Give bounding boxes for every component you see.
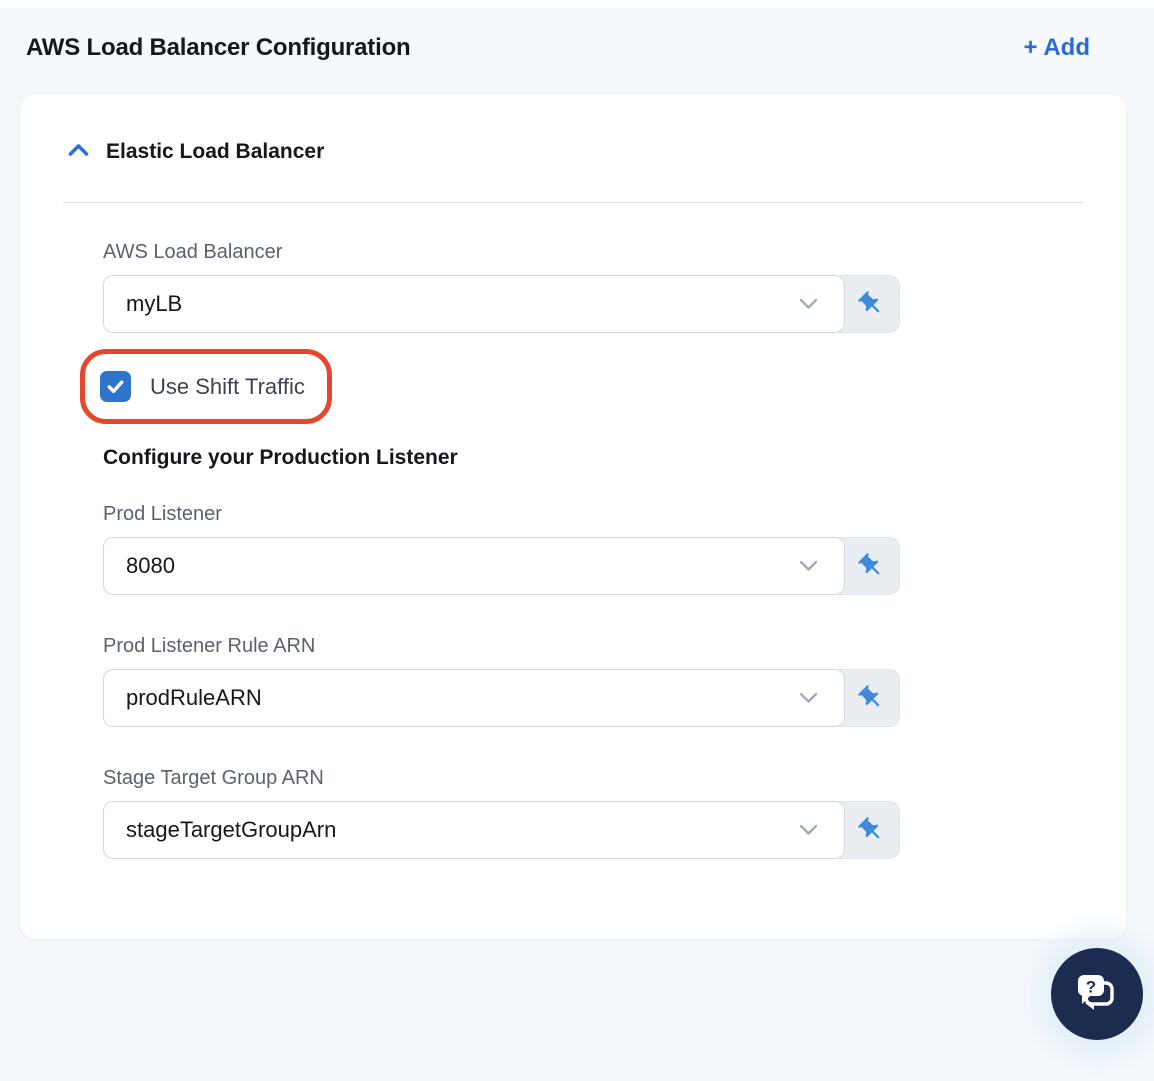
section-divider [63, 202, 1083, 203]
page-title: AWS Load Balancer Configuration [26, 34, 411, 61]
chevron-up-icon[interactable] [68, 143, 89, 162]
prod-listener-rule-arn-select[interactable]: prodRuleARN [103, 669, 845, 727]
field-stage-target-group-arn: Stage Target Group ARN stageTargetGroupA… [103, 767, 900, 859]
help-chat-button[interactable]: ? [1051, 948, 1143, 1040]
select-value: stageTargetGroupArn [126, 817, 337, 842]
svg-text:?: ? [1086, 978, 1096, 997]
select-value: prodRuleARN [126, 685, 262, 710]
prod-listener-select[interactable]: 8080 [103, 537, 845, 595]
chevron-down-icon [799, 560, 818, 571]
annotation-highlight: Use Shift Traffic [80, 349, 332, 424]
field-label: AWS Load Balancer [103, 241, 283, 263]
field-aws-load-balancer: AWS Load Balancer myLB [103, 241, 900, 333]
add-button[interactable]: + Add [1024, 34, 1090, 62]
config-card: Elastic Load Balancer AWS Load Balancer … [20, 94, 1126, 939]
aws-load-balancer-select[interactable]: myLB [103, 275, 845, 333]
field-label: Stage Target Group ARN [103, 767, 324, 789]
chevron-down-icon [799, 692, 818, 703]
prod-listener-rule-arn-select-group: prodRuleARN [103, 669, 900, 727]
prod-listener-select-group: 8080 [103, 537, 900, 595]
stage-target-group-arn-select[interactable]: stageTargetGroupArn [103, 801, 845, 859]
chevron-down-icon [799, 298, 818, 309]
pushpin-icon [858, 291, 880, 313]
use-shift-traffic-checkbox[interactable] [100, 371, 131, 402]
pushpin-icon [858, 817, 880, 839]
pushpin-icon [858, 685, 880, 707]
stage-target-group-arn-select-group: stageTargetGroupArn [103, 801, 900, 859]
field-prod-listener-rule-arn: Prod Listener Rule ARN prodRuleARN [103, 635, 900, 727]
pushpin-icon [858, 553, 880, 575]
aws-load-balancer-select-group: myLB [103, 275, 900, 333]
top-strip [0, 0, 1154, 8]
field-prod-listener: Prod Listener 8080 [103, 503, 900, 595]
page-header: AWS Load Balancer Configuration + Add [0, 8, 1154, 62]
form-fields: AWS Load Balancer myLB Use Shift Traffic… [80, 241, 900, 859]
select-value: 8080 [126, 553, 175, 578]
chat-question-icon: ? [1078, 975, 1114, 1010]
field-label: Prod Listener [103, 503, 222, 525]
field-label: Prod Listener Rule ARN [103, 635, 316, 657]
production-listener-subheading: Configure your Production Listener [103, 446, 458, 469]
section-title: Elastic Load Balancer [106, 140, 325, 163]
checkmark-icon [107, 380, 124, 393]
select-value: myLB [126, 291, 183, 316]
section-header-elastic-load-balancer[interactable]: Elastic Load Balancer [63, 140, 1083, 164]
chevron-down-icon [799, 824, 818, 835]
use-shift-traffic-label[interactable]: Use Shift Traffic [150, 374, 305, 400]
